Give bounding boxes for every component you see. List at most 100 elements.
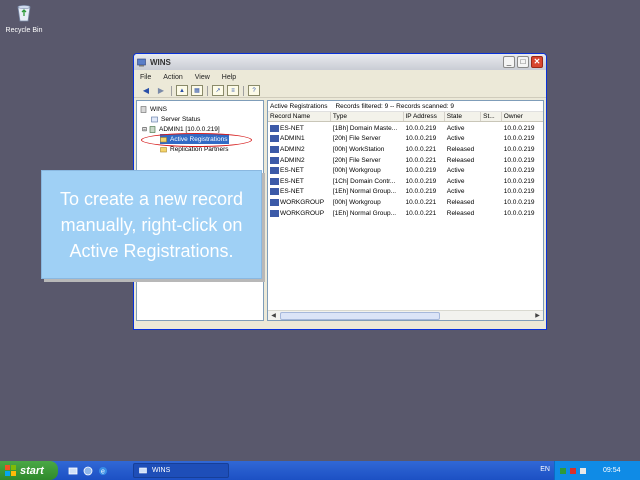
collapse-icon[interactable]: ⊟ — [142, 126, 147, 133]
taskbar-button-label: WINS — [152, 467, 171, 474]
taskbar-button-wins[interactable]: WINS — [133, 463, 229, 478]
record-name: ES-NET — [280, 177, 304, 185]
tree-item-wins[interactable]: WINS — [140, 104, 167, 114]
cell-owner: 10.0.0.219 — [503, 156, 535, 164]
cell-ip-address: 10.0.0.219 — [405, 167, 437, 175]
cell-state: Active — [446, 135, 465, 143]
table-row[interactable]: ES-NET [1Bh] Domain Maste... 10.0.0.219 Act… — [268, 123, 543, 134]
export-list-icon[interactable]: ↗ — [212, 85, 224, 96]
close-button[interactable]: ✕ — [531, 56, 543, 68]
cell-ip-address: 10.0.0.221 — [405, 145, 437, 153]
cell-type: [1Bh] Domain Maste... — [332, 124, 398, 132]
table-row[interactable]: WORKGROUP [00h] Workgroup 10.0.0.221 Releas… — [268, 197, 543, 208]
table-row[interactable]: ES-NET [1Ch] Domain Contr... 10.0.0.219 Act… — [268, 176, 543, 187]
cell-ip-address: 10.0.0.221 — [405, 209, 437, 217]
table-row[interactable]: WORKGROUP [1Eh] Normal Group... 10.0.0.221… — [268, 208, 543, 219]
cell-type: [1Ch] Domain Contr... — [332, 177, 396, 185]
cell-state: Released — [446, 209, 475, 217]
folder-icon — [160, 146, 167, 152]
volume-icon[interactable] — [579, 467, 587, 475]
back-arrow-icon[interactable]: ◀ — [140, 85, 152, 96]
column-static[interactable]: St... — [481, 112, 502, 121]
cell-owner: 10.0.0.219 — [503, 135, 535, 143]
cell-type: [1Eh] Normal Group... — [332, 209, 397, 217]
cell-ip-address: 10.0.0.219 — [405, 135, 437, 143]
menu-view[interactable]: View — [195, 74, 210, 81]
tree-item-server-status[interactable]: Server Status — [151, 114, 200, 124]
instruction-callout: To create a new record manually, right-c… — [41, 170, 262, 279]
up-folder-icon[interactable]: ▲ — [176, 85, 188, 96]
scroll-right-icon[interactable]: ▶ — [533, 312, 542, 320]
cell-owner: 10.0.0.219 — [503, 124, 535, 132]
cell-type: [20h] File Server — [332, 156, 381, 164]
start-button[interactable]: start — [0, 461, 58, 480]
horizontal-scrollbar[interactable]: ◀ ▶ — [268, 310, 543, 320]
taskbar: start e WINS EN 09:54 — [0, 461, 640, 480]
language-indicator[interactable]: EN — [540, 466, 550, 473]
record-icon — [270, 156, 279, 164]
cell-ip-address: 10.0.0.221 — [405, 198, 437, 206]
scroll-left-icon[interactable]: ◀ — [269, 312, 278, 320]
internet-explorer-icon[interactable]: e — [98, 466, 108, 476]
cell-ip-address: 10.0.0.219 — [405, 124, 437, 132]
record-icon — [270, 145, 279, 153]
title-bar[interactable]: WINS _ □ ✕ — [134, 54, 546, 70]
window-title: WINS — [150, 57, 171, 67]
results-title: Active Registrations — [270, 102, 328, 110]
help-icon[interactable]: ? — [248, 85, 260, 96]
results-pane: Active Registrations Records filtered: 9… — [267, 100, 544, 321]
menu-action[interactable]: Action — [163, 74, 182, 81]
record-icon — [270, 135, 279, 143]
cell-record-name: ADMIN2 — [268, 156, 331, 164]
cell-state: Released — [446, 145, 475, 153]
record-name: ADMIN2 — [280, 156, 305, 164]
record-icon — [270, 198, 279, 206]
record-icon — [270, 177, 279, 185]
toolbar-separator — [207, 85, 208, 96]
table-row[interactable]: ADMIN2 [20h] File Server 10.0.0.221 Release… — [268, 155, 543, 166]
table-row[interactable]: ES-NET [00h] Workgroup 10.0.0.219 Active 10.… — [268, 165, 543, 176]
record-icon — [270, 188, 279, 196]
toolbar: ◀ ▶ ▲ ▦ ↗ ≡ ? — [134, 84, 546, 98]
cell-state: Released — [446, 156, 475, 164]
record-name: ES-NET — [280, 124, 304, 132]
table-row[interactable]: ADMIN1 [20h] File Server 10.0.0.219 Active 1… — [268, 134, 543, 145]
wins-app-icon — [137, 58, 146, 66]
quick-launch: e — [68, 466, 113, 476]
toolbar-separator — [171, 85, 172, 96]
record-name: ADMIN2 — [280, 145, 305, 153]
menu-bar: File Action View Help — [134, 70, 546, 84]
column-state[interactable]: State — [445, 112, 482, 121]
highlight-ring — [141, 133, 252, 147]
forward-arrow-icon[interactable]: ▶ — [155, 85, 167, 96]
cell-type: [00h] Workgroup — [332, 167, 381, 175]
status-icon — [151, 116, 158, 122]
minimize-button[interactable]: _ — [503, 56, 515, 68]
maximize-button[interactable]: □ — [517, 56, 529, 68]
security-icon[interactable] — [569, 467, 577, 475]
scroll-thumb[interactable] — [280, 312, 440, 320]
column-record-name[interactable]: Record Name — [268, 112, 331, 121]
cell-record-name: ES-NET — [268, 124, 331, 132]
record-icon — [270, 209, 279, 217]
column-owner[interactable]: Owner — [502, 112, 543, 121]
table-row[interactable]: ES-NET [1Eh] Normal Group... 10.0.0.219 Act… — [268, 187, 543, 198]
table-row[interactable]: ADMIN2 [00h] WorkStation 10.0.0.221 Release… — [268, 144, 543, 155]
server-icon — [149, 125, 156, 133]
cell-owner: 10.0.0.219 — [503, 198, 535, 206]
network-icon[interactable] — [559, 467, 567, 475]
show-desktop-icon[interactable] — [68, 466, 78, 476]
recycle-bin-label: Recycle Bin — [5, 27, 43, 34]
properties-icon[interactable]: ≡ — [227, 85, 239, 96]
cell-state: Active — [446, 188, 465, 196]
column-type[interactable]: Type — [331, 112, 404, 121]
show-tree-icon[interactable]: ▦ — [191, 85, 203, 96]
menu-file[interactable]: File — [140, 74, 151, 81]
cell-state: Active — [446, 124, 465, 132]
cell-record-name: ES-NET — [268, 188, 331, 196]
cell-record-name: ADMIN1 — [268, 135, 331, 143]
recycle-bin[interactable]: Recycle Bin — [4, 2, 44, 34]
computer-icon[interactable] — [83, 466, 93, 476]
menu-help[interactable]: Help — [222, 74, 236, 81]
column-ip-address[interactable]: IP Address — [404, 112, 445, 121]
